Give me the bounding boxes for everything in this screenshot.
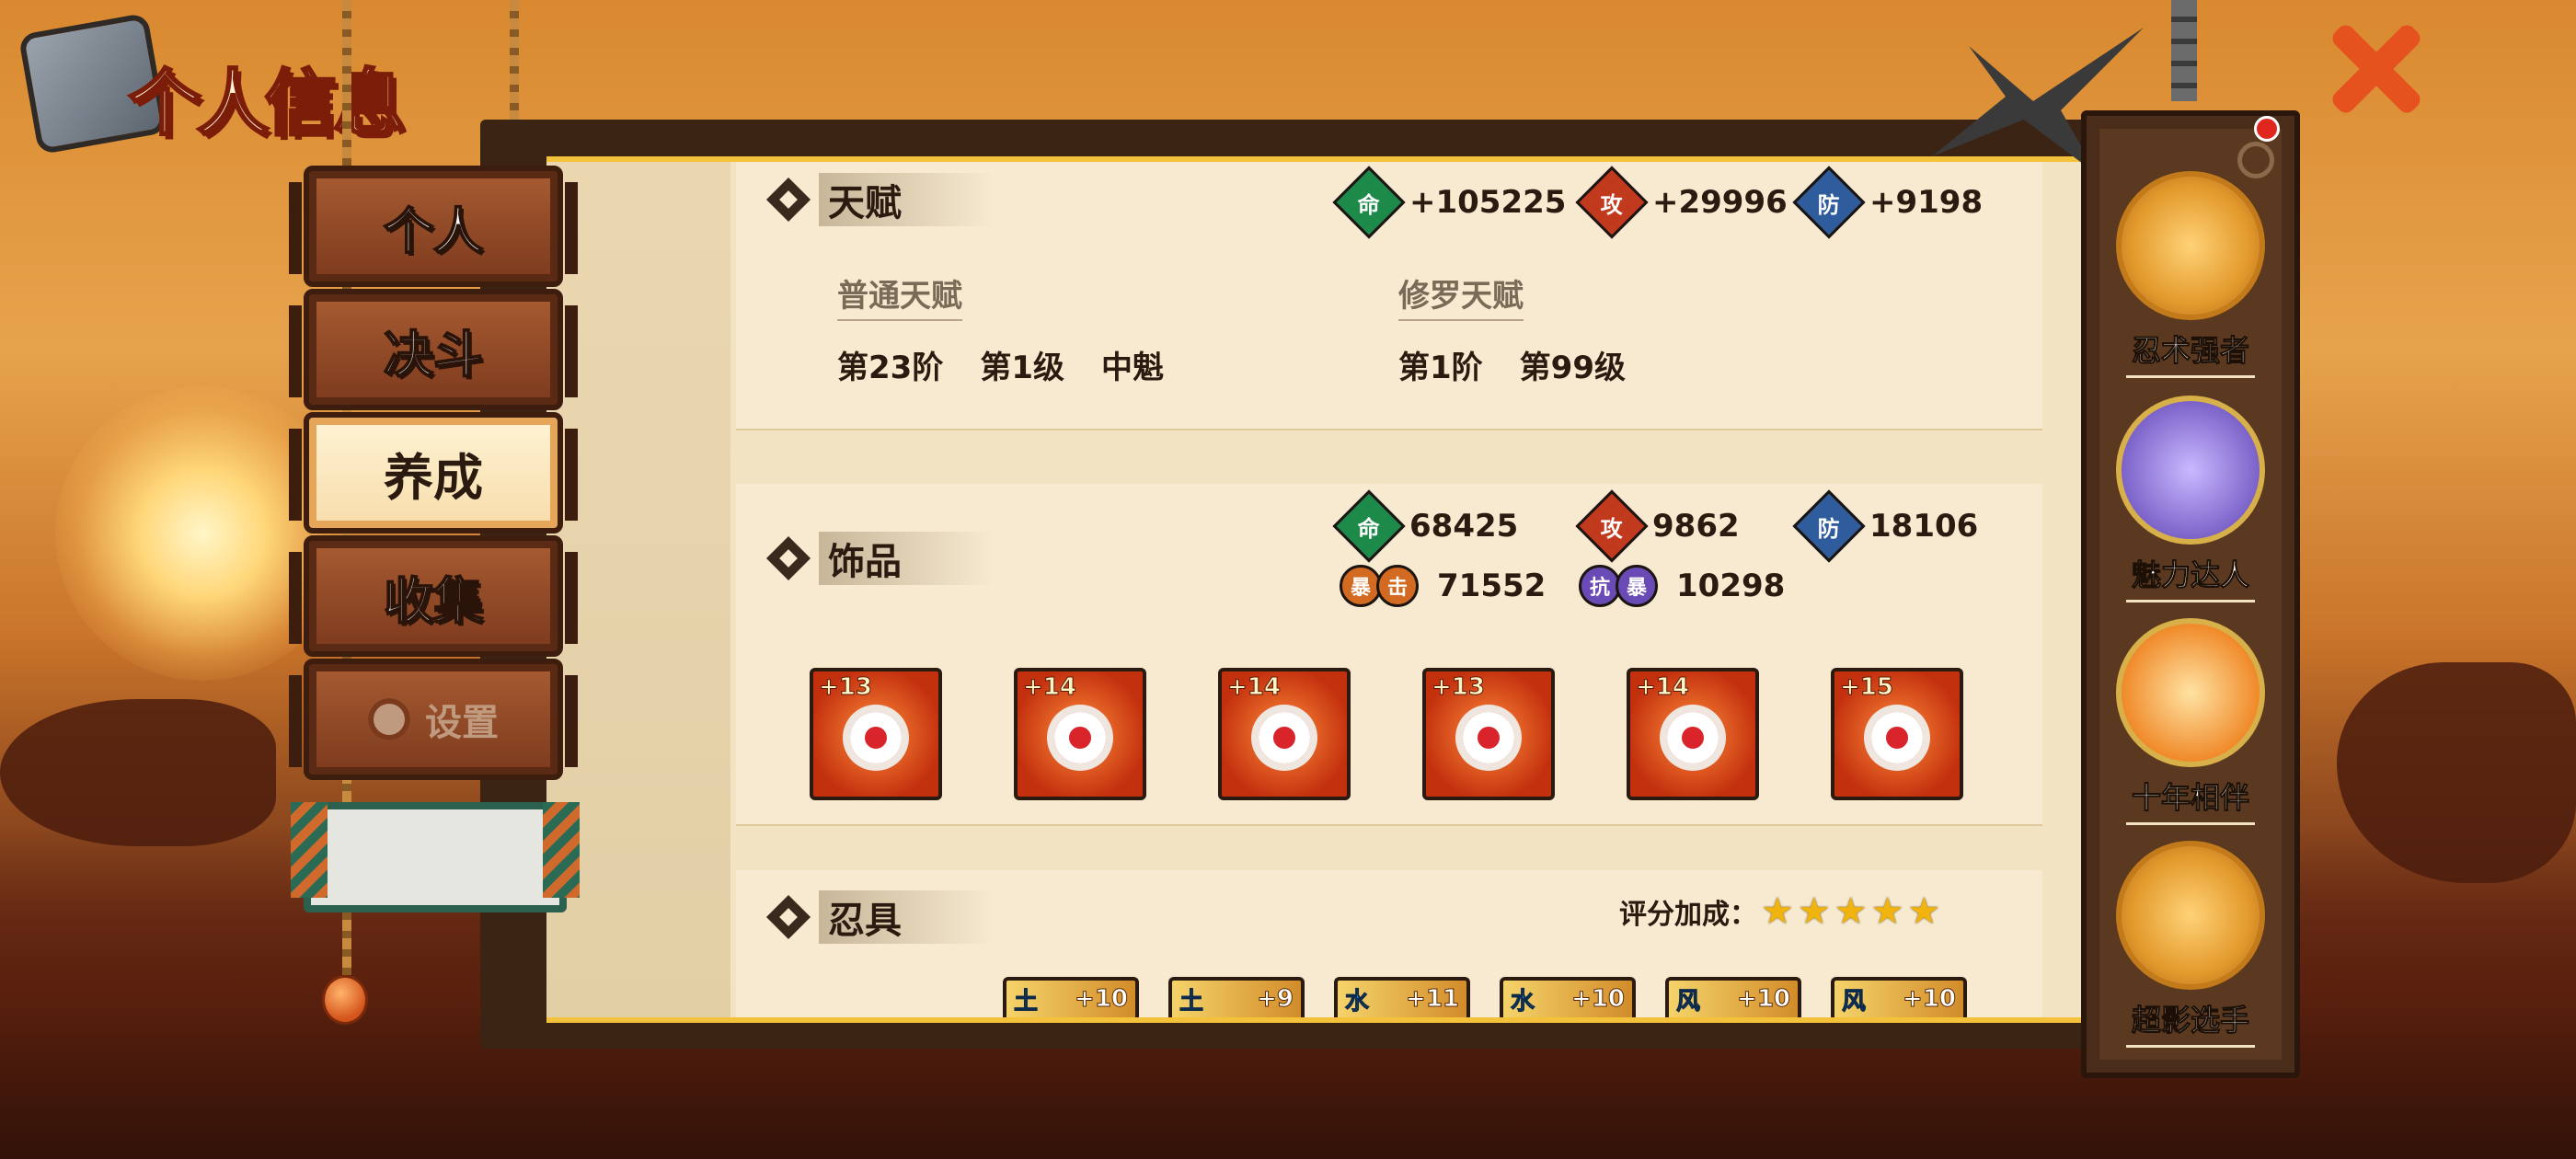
tab-cultivation[interactable]: 养成 [289,412,578,534]
ninja-tools-row: 土 +10 土 +9 水 +11 水 +10 风 +10 风 +10 [1003,977,2042,1017]
talent-title: 天赋 [819,173,994,226]
super-kage-medal-icon [2116,841,2265,990]
accessory-slot-1[interactable]: +13 [810,668,942,800]
accessory-header: 饰品 [765,532,994,585]
tab-settings[interactable]: 设置 [289,659,578,780]
scroll-bottom-end [291,802,580,912]
ninja-tool-slot-6[interactable]: 风 +10 [1831,977,1967,1017]
ninja-tools-title: 忍具 [819,890,994,944]
accessory-slot-6[interactable]: +15 [1831,668,1963,800]
panel-content: 天赋 命 +105225 攻 +29996 防 +9198 普通天赋 第23阶第… [736,162,2042,1017]
ninja-tool-slot-2[interactable]: 土 +9 [1168,977,1305,1017]
star-icon: ★ [1870,890,1904,933]
star-icon: ★ [1761,890,1794,933]
tab-personal[interactable]: 个人 [289,166,578,287]
hp-badge-icon: 命 [1332,166,1406,239]
achievement-ninjutsu-master[interactable]: 忍术强者 [2112,171,2269,378]
star-icon: ★ [1797,890,1831,933]
diamond-icon [765,894,811,940]
attack-badge-icon: 攻 [1575,489,1649,563]
star-icon: ★ [1907,890,1941,933]
talent-hp-stat: 命 +105225 [1332,166,1566,239]
tab-collection[interactable]: 收集 [289,535,578,657]
ninja-tool-slot-5[interactable]: 风 +10 [1665,977,1801,1017]
accessory-slot-4[interactable]: +13 [1422,668,1555,800]
normal-talent-title: 普通天赋 [837,270,962,321]
flower-charm-icon [1054,712,1106,763]
ten-years-avatar-icon [2116,618,2265,767]
crit-badge-icon-2: 击 [1376,565,1419,607]
ninja-tools-header: 忍具 [765,890,994,944]
chain-decoration [2171,0,2197,101]
accessory-def-stat: 防 18106 [1792,489,1978,563]
rating-label: 评分加成： [1619,899,1757,931]
diamond-icon [765,535,811,581]
accessory-title: 饰品 [819,532,994,585]
ninja-tool-slot-4[interactable]: 水 +10 [1500,977,1636,1017]
rating-bonus: 评分加成： ★ ★ ★ ★ ★ [1619,890,1940,933]
achievement-charm-expert[interactable]: 魅力达人 [2112,396,2269,602]
asura-talent-title: 修罗天赋 [1398,270,1524,321]
tab-duel[interactable]: 决斗 [289,289,578,410]
accessory-anticrit-stat: 抗 暴 10298 [1579,565,1785,607]
flower-charm-icon [1463,712,1514,763]
accessory-slot-5[interactable]: +14 [1627,668,1759,800]
talent-header: 天赋 [765,173,994,226]
accessory-atk-stat: 攻 9862 [1575,489,1740,563]
defense-badge-icon: 防 [1792,166,1866,239]
ninjutsu-medal-icon [2116,171,2265,320]
ninja-tools-section: 忍具 评分加成： ★ ★ ★ ★ ★ 土 +10 土 +9 水 +11 水 +10 风 +… [736,870,2042,1017]
asura-talent-info: 第1阶 第99级 [1398,350,1626,386]
defense-badge-icon: 防 [1792,489,1866,563]
page-title: 个人信息 [127,62,406,147]
ninja-tool-slot-3[interactable]: 水 +11 [1334,977,1470,1017]
accessory-section: 饰品 命 68425 攻 9862 防 18106 暴 击 71552 抗 暴 [736,484,2042,826]
achievement-super-kage[interactable]: 超影选手 [2112,841,2269,1048]
close-icon[interactable] [2318,18,2429,120]
flower-charm-icon [850,712,902,763]
accessory-crit-stat: 暴 击 71552 [1340,565,1546,607]
accessory-hp-stat: 命 68425 [1332,489,1518,563]
accessory-slot-2[interactable]: +14 [1014,668,1146,800]
flower-charm-icon [1871,712,1923,763]
talent-def-stat: 防 +9198 [1792,166,1983,239]
attack-badge-icon: 攻 [1575,166,1649,239]
achievement-panel: 忍术强者 魅力达人 十年相伴 超影选手 [2081,110,2300,1078]
accessory-slot-3[interactable]: +14 [1218,668,1351,800]
accessory-items-row: +13 +14 +14 +13 +14 +15 [810,668,1969,800]
main-panel[interactable]: 天赋 命 +105225 攻 +29996 防 +9198 普通天赋 第23阶第… [546,156,2083,1023]
star-icon: ★ [1834,890,1868,933]
hp-badge-icon: 命 [1332,489,1406,563]
charm-avatar-icon [2116,396,2265,545]
page-title-badge: 个人信息 [17,12,432,161]
ninja-tool-slot-1[interactable]: 土 +10 [1003,977,1139,1017]
achievement-ten-years[interactable]: 十年相伴 [2112,618,2269,825]
normal-talent-info: 第23阶 第1级 中魁 [837,350,1164,386]
talent-section: 天赋 命 +105225 攻 +29996 防 +9198 普通天赋 第23阶第… [736,162,2042,430]
notification-dot [2254,116,2280,142]
flower-charm-icon [1667,712,1719,763]
gear-icon [368,698,410,740]
diamond-icon [765,177,811,223]
talent-atk-stat: 攻 +29996 [1575,166,1788,239]
achievement-panel-inner: 忍术强者 魅力达人 十年相伴 超影选手 [2099,129,2282,1060]
anticrit-badge-icon-2: 暴 [1616,565,1658,607]
tassel-left [322,975,368,1025]
flower-charm-icon [1259,712,1310,763]
left-ninja-silhouette [0,699,276,846]
